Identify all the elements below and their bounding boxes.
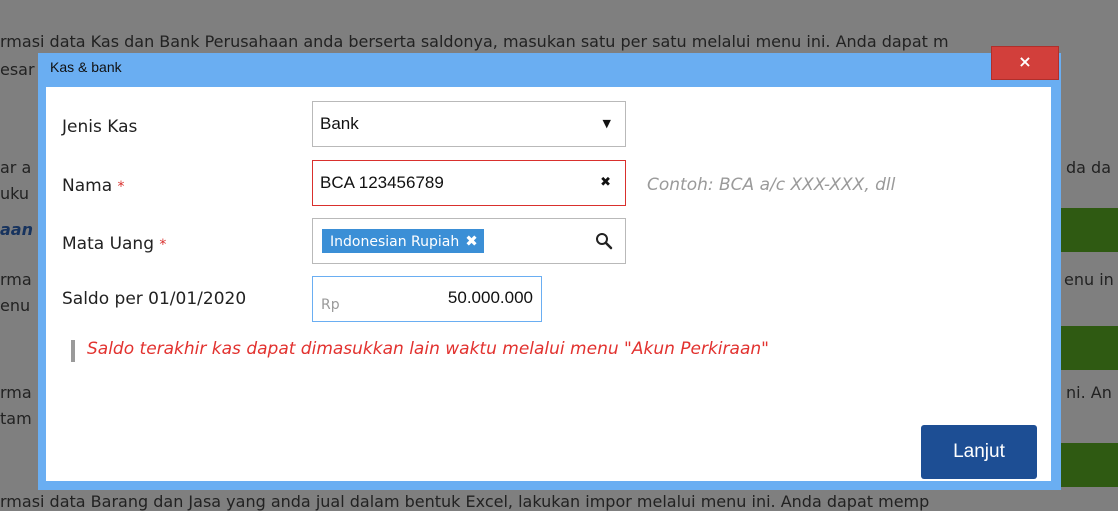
nama-hint: Contoh: BCA a/c XXX-XXX, dll: [647, 175, 896, 195]
clear-icon[interactable]: ✖: [600, 175, 611, 190]
background-text: rmasi data Barang dan Jasa yang anda jua…: [0, 492, 930, 511]
currency-chip-label: Indonesian Rupiah: [330, 234, 460, 250]
kas-bank-dialog: Kas & bank × Jenis Kas Bank ▼ Nama * BCA…: [38, 46, 1061, 490]
note-bar: [71, 340, 75, 362]
nama-input[interactable]: BCA 123456789 ✖: [312, 160, 626, 206]
nama-value: BCA 123456789: [320, 173, 444, 192]
background-text: esar: [0, 60, 35, 79]
mata-uang-label: Mata Uang *: [62, 234, 166, 254]
nama-label-text: Nama: [62, 176, 113, 196]
background-text: ni. An: [1066, 383, 1112, 402]
currency-prefix: Rp: [321, 297, 340, 313]
background-button: [1060, 208, 1118, 252]
background-text: uku: [0, 184, 30, 203]
close-icon: ×: [1018, 52, 1032, 71]
background-text: enu: [0, 296, 31, 315]
saldo-note: Saldo terakhir kas dapat dimasukkan lain…: [87, 339, 769, 359]
required-marker: *: [117, 179, 125, 195]
background-text: da da: [1066, 158, 1112, 177]
background-button: [1060, 326, 1118, 370]
background-link: aan: [0, 220, 33, 239]
background-text: rmasi data Kas dan Bank Perusahaan anda …: [0, 32, 949, 51]
mata-uang-label-text: Mata Uang: [62, 234, 154, 254]
jenis-kas-value: Bank: [320, 114, 359, 133]
saldo-input[interactable]: Rp 50.000.000: [312, 276, 542, 322]
lanjut-button[interactable]: Lanjut: [921, 425, 1037, 479]
background-text: rma: [0, 270, 32, 289]
chip-remove-icon[interactable]: ✖: [465, 232, 478, 250]
background-text: tam: [0, 409, 32, 428]
close-button[interactable]: ×: [991, 46, 1059, 80]
nama-label: Nama *: [62, 176, 125, 196]
saldo-label: Saldo per 01/01/2020: [62, 289, 247, 309]
background-text: ar a: [0, 158, 32, 177]
search-icon[interactable]: [595, 232, 613, 250]
currency-chip: Indonesian Rupiah ✖: [322, 229, 484, 253]
background-button: [1060, 443, 1118, 487]
dialog-title-bar[interactable]: Kas & bank ×: [38, 46, 1061, 83]
saldo-value: 50.000.000: [447, 288, 533, 307]
dialog-body: Jenis Kas Bank ▼ Nama * BCA 123456789 ✖ …: [46, 87, 1051, 481]
jenis-kas-select[interactable]: Bank ▼: [312, 101, 626, 147]
jenis-kas-label: Jenis Kas: [62, 117, 138, 137]
mata-uang-select[interactable]: Indonesian Rupiah ✖: [312, 218, 626, 264]
background-text: enu in: [1064, 270, 1114, 289]
dialog-title: Kas & bank: [50, 59, 122, 75]
background-text: rma: [0, 383, 32, 402]
chevron-down-icon: ▼: [602, 117, 611, 130]
required-marker: *: [159, 237, 167, 253]
